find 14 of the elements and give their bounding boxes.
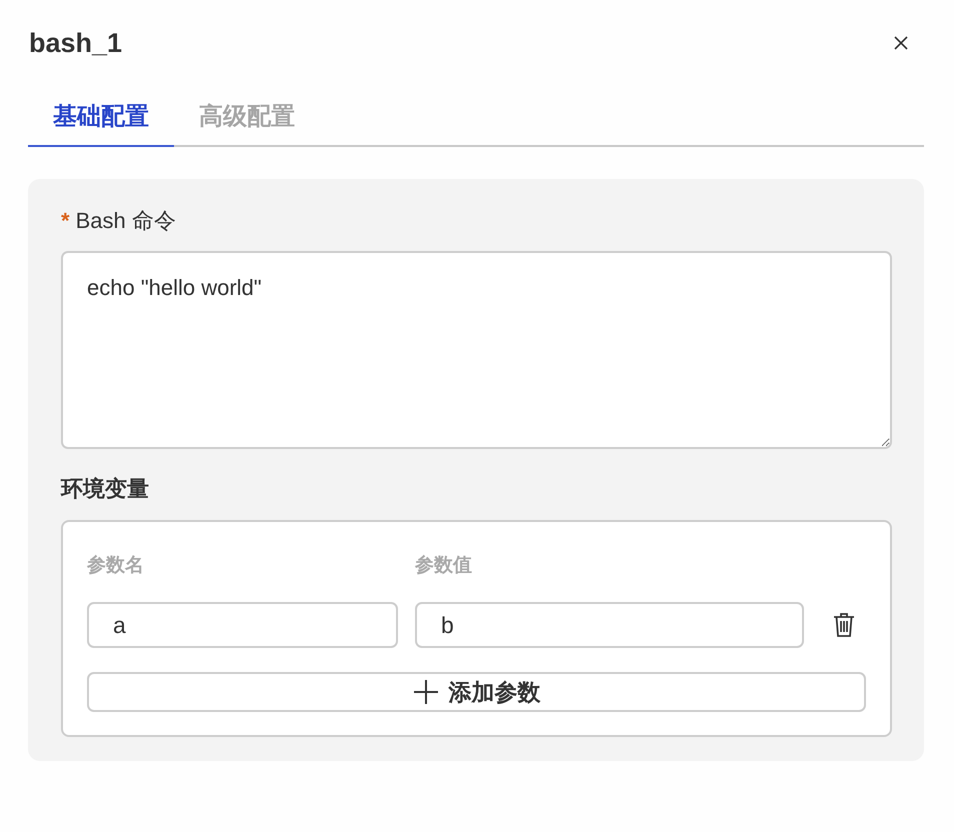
close-icon[interactable]: [893, 35, 909, 51]
required-mark: *: [61, 208, 70, 234]
trash-icon[interactable]: [832, 612, 854, 638]
dialog-title: bash_1: [29, 28, 122, 58]
command-field[interactable]: echo "hello world": [61, 251, 892, 449]
column-header: 参数值: [415, 554, 473, 578]
value-field[interactable]: b: [415, 602, 804, 648]
field-label: Bash 命令: [76, 207, 176, 235]
tab[interactable]: 基础配置: [28, 90, 174, 147]
name-field[interactable]: a: [87, 602, 398, 648]
column-header: 参数名: [87, 554, 145, 578]
add-parameter-button[interactable]: 添加参数: [87, 672, 866, 712]
plus-icon: [412, 679, 438, 705]
field-label: 环境变量: [61, 475, 149, 503]
